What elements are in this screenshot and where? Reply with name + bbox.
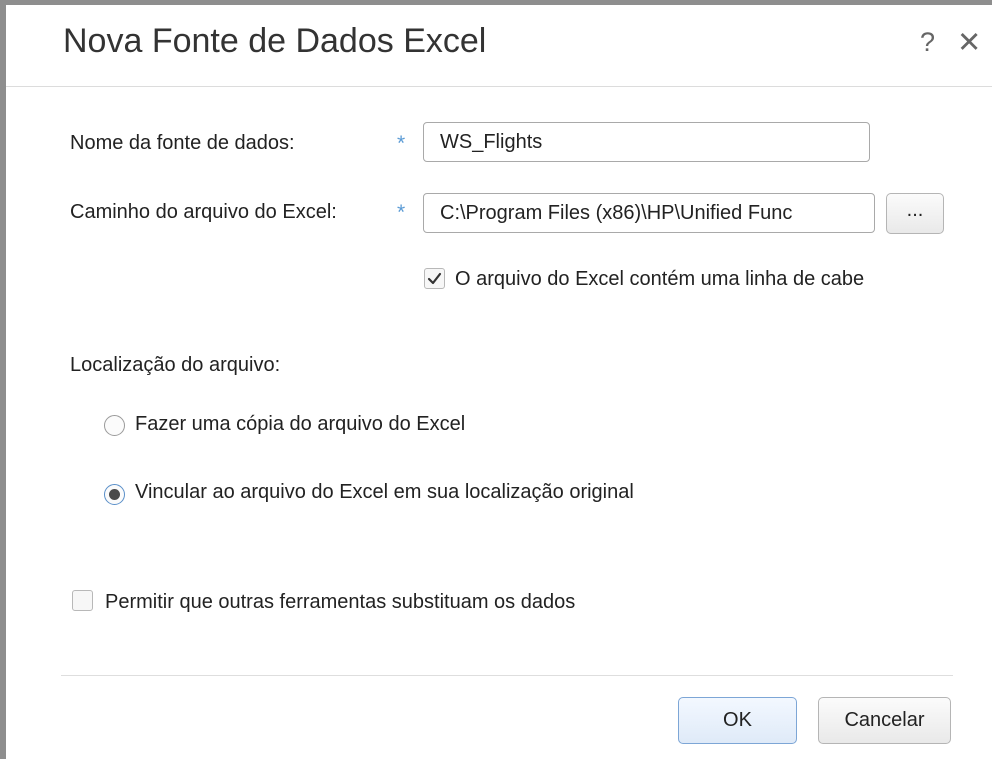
close-icon[interactable]: ✕ bbox=[957, 25, 981, 60]
allow-override-label: Permitir que outras ferramentas substitu… bbox=[105, 591, 576, 613]
link-file-radio[interactable] bbox=[104, 484, 125, 505]
window-frame-left bbox=[0, 0, 6, 759]
radio-selected-dot bbox=[109, 489, 120, 500]
title-divider bbox=[6, 86, 992, 87]
help-icon[interactable]: ? bbox=[920, 27, 935, 58]
data-source-name-input[interactable]: WS_Flights bbox=[423, 122, 870, 162]
link-file-label: Vincular ao arquivo do Excel em sua loca… bbox=[135, 481, 634, 503]
copy-file-radio[interactable] bbox=[104, 415, 125, 436]
cancel-button[interactable]: Cancelar bbox=[818, 697, 951, 744]
window-frame-top bbox=[0, 0, 992, 5]
check-icon bbox=[427, 272, 442, 285]
required-marker-name: * bbox=[397, 132, 406, 155]
header-row-checkbox[interactable] bbox=[424, 268, 445, 289]
required-marker-path: * bbox=[397, 201, 406, 224]
browse-button[interactable]: ... bbox=[886, 193, 944, 234]
dialog-title: Nova Fonte de Dados Excel bbox=[63, 22, 487, 60]
data-source-name-label: Nome da fonte de dados: bbox=[70, 132, 295, 154]
copy-file-label: Fazer uma cópia do arquivo do Excel bbox=[135, 413, 466, 435]
allow-override-checkbox[interactable] bbox=[72, 590, 93, 611]
excel-path-input[interactable]: C:\Program Files (x86)\HP\Unified Func bbox=[423, 193, 875, 233]
ok-button[interactable]: OK bbox=[678, 697, 797, 744]
footer-divider bbox=[61, 675, 953, 676]
file-location-label: Localização do arquivo: bbox=[70, 354, 281, 376]
excel-path-label: Caminho do arquivo do Excel: bbox=[70, 201, 337, 223]
header-row-label: O arquivo do Excel contém uma linha de c… bbox=[455, 268, 865, 290]
